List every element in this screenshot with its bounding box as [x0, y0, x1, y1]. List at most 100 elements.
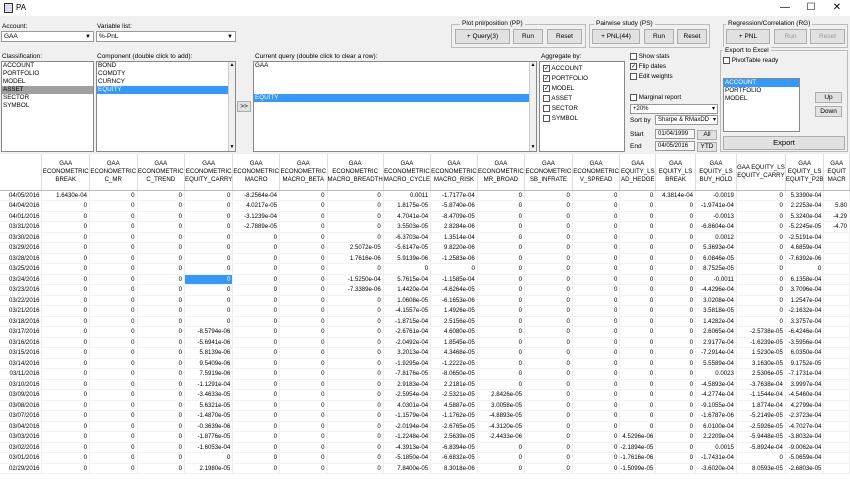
- table-cell[interactable]: 1.4420e-04: [383, 284, 432, 296]
- all-dates-button[interactable]: All: [697, 130, 717, 140]
- table-cell[interactable]: [823, 274, 850, 285]
- aggregate-option[interactable]: ✓ ACCOUNT: [543, 64, 624, 74]
- table-cell[interactable]: 0: [572, 442, 621, 453]
- table-cell[interactable]: 0: [655, 221, 696, 233]
- aggregate-option[interactable]: ASSET: [543, 94, 624, 104]
- column-header[interactable]: GAA ECONOMETRIC BREAK: [41, 154, 90, 191]
- pairwise-pnl-button[interactable]: + PNL(44): [592, 29, 640, 44]
- table-cell[interactable]: 0: [524, 368, 573, 380]
- table-cell[interactable]: 0: [279, 463, 328, 474]
- table-cell[interactable]: 0: [477, 368, 525, 380]
- table-cell[interactable]: 0: [572, 232, 621, 243]
- table-cell[interactable]: 0.0011: [383, 190, 432, 201]
- table-cell[interactable]: -4.5893e-04: [695, 379, 737, 390]
- table-cell[interactable]: [823, 368, 850, 380]
- table-cell[interactable]: 3.1630e-05: [736, 358, 786, 369]
- table-cell[interactable]: -1.2583e-06: [430, 253, 478, 264]
- table-cell[interactable]: 0: [736, 253, 786, 264]
- table-cell[interactable]: -4.4296e-04: [695, 284, 737, 296]
- table-cell[interactable]: 5.3240e-04: [785, 211, 825, 222]
- classification-item[interactable]: ASSET: [2, 86, 93, 94]
- export-list[interactable]: ACCOUNT PORTFOLIO MODEL: [723, 78, 800, 132]
- table-cell[interactable]: 0: [619, 221, 657, 233]
- table-cell[interactable]: -8.0650e-05: [430, 368, 478, 380]
- table-cell[interactable]: 3.2013e-04: [383, 347, 432, 359]
- table-cell[interactable]: 0: [89, 347, 138, 359]
- table-cell[interactable]: -6.3703e-04: [383, 232, 432, 243]
- query-item[interactable]: [254, 86, 536, 94]
- table-cell[interactable]: 0: [41, 410, 90, 422]
- table-cell[interactable]: 0: [572, 410, 621, 422]
- table-cell[interactable]: 0: [619, 305, 657, 317]
- table-cell[interactable]: 0: [89, 410, 138, 422]
- component-item[interactable]: COMDTY: [97, 70, 235, 78]
- table-cell[interactable]: 0: [327, 463, 384, 474]
- table-cell[interactable]: 0: [619, 274, 657, 285]
- table-row[interactable]: 04/05/2016 1.6430e-04 0 0 0 -8.2564e-04 0 0 0.00…: [0, 190, 850, 201]
- table-cell[interactable]: 0: [327, 305, 384, 317]
- table-cell[interactable]: [823, 379, 850, 390]
- table-cell[interactable]: 0: [279, 379, 328, 390]
- table-cell[interactable]: 2.9177e-04: [695, 337, 737, 348]
- table-cell[interactable]: -3.1239e-04: [232, 211, 281, 222]
- column-header[interactable]: GAA EQUITY_LS BREAK: [655, 154, 696, 191]
- table-cell[interactable]: 2.2253e-04: [785, 200, 825, 212]
- table-cell[interactable]: 0: [572, 211, 621, 222]
- table-cell[interactable]: 0: [279, 211, 328, 222]
- table-cell[interactable]: 0: [383, 263, 432, 275]
- table-cell[interactable]: -2.5926e-05: [736, 421, 786, 432]
- table-cell[interactable]: 4.3468e-05: [430, 347, 478, 359]
- table-cell[interactable]: 0: [232, 274, 281, 285]
- table-cell[interactable]: [823, 442, 850, 453]
- table-cell[interactable]: 5.6321e-05: [184, 400, 234, 411]
- table-cell[interactable]: 0: [572, 221, 621, 233]
- table-cell[interactable]: 0: [327, 295, 384, 306]
- table-cell[interactable]: 0: [327, 200, 384, 212]
- table-cell[interactable]: 1.6430e-04: [41, 190, 90, 201]
- table-cell[interactable]: 0: [232, 242, 281, 254]
- table-cell[interactable]: -9.0062e-04: [785, 442, 825, 453]
- table-cell[interactable]: [823, 337, 850, 348]
- table-cell[interactable]: 0: [232, 379, 281, 390]
- table-cell[interactable]: 0: [619, 211, 657, 222]
- table-cell[interactable]: -1.1291e-04: [184, 379, 234, 390]
- export-item[interactable]: ACCOUNT: [724, 79, 799, 87]
- table-cell[interactable]: 0: [619, 379, 657, 390]
- table-cell[interactable]: -4.1557e-05: [383, 305, 432, 317]
- table-cell[interactable]: -1.1579e-04: [383, 410, 432, 422]
- table-cell[interactable]: -1.9295e-04: [383, 358, 432, 369]
- export-item[interactable]: MODEL: [724, 95, 799, 103]
- table-cell[interactable]: 0: [327, 263, 384, 275]
- table-cell[interactable]: 0: [137, 200, 186, 212]
- table-cell[interactable]: 8.7525e-05: [695, 263, 737, 275]
- table-cell[interactable]: [823, 284, 850, 296]
- table-cell[interactable]: 0.0023: [695, 368, 737, 380]
- table-cell[interactable]: 0: [89, 389, 138, 401]
- table-cell[interactable]: 0: [184, 211, 234, 222]
- table-cell[interactable]: 0: [89, 221, 138, 233]
- table-cell[interactable]: -0.0013: [695, 211, 737, 222]
- table-cell[interactable]: 5.8139e-06: [184, 347, 234, 359]
- table-cell[interactable]: 0: [655, 326, 696, 338]
- table-cell[interactable]: 0: [137, 442, 186, 453]
- table-cell[interactable]: 0: [655, 358, 696, 369]
- table-cell[interactable]: 3.5503e-05: [383, 221, 432, 233]
- table-row[interactable]: 03/18/2016 0 0 0 0 0 0 0 -1.8715e-04 2.5156e-05 0 0…: [0, 316, 850, 327]
- add-to-query-button[interactable]: >>: [237, 101, 251, 112]
- table-cell[interactable]: 0: [232, 316, 281, 327]
- column-header[interactable]: GAA ECONOMETRIC MR_BROAD: [477, 154, 525, 191]
- table-cell[interactable]: 0: [279, 326, 328, 338]
- table-cell[interactable]: [823, 452, 850, 464]
- table-cell[interactable]: 0: [279, 389, 328, 401]
- table-cell[interactable]: 0: [279, 421, 328, 432]
- table-cell[interactable]: 0: [572, 421, 621, 432]
- table-cell[interactable]: 0: [572, 326, 621, 338]
- table-cell[interactable]: 0: [655, 421, 696, 432]
- table-cell[interactable]: 0: [279, 295, 328, 306]
- table-cell[interactable]: 0: [41, 442, 90, 453]
- table-cell[interactable]: -1.7431e-04: [695, 452, 737, 464]
- table-cell[interactable]: 0: [524, 358, 573, 369]
- table-cell[interactable]: 0: [572, 190, 621, 201]
- table-cell[interactable]: 0: [524, 421, 573, 432]
- column-header[interactable]: GAA EQUITY_LS BUY_HOLD: [695, 154, 737, 191]
